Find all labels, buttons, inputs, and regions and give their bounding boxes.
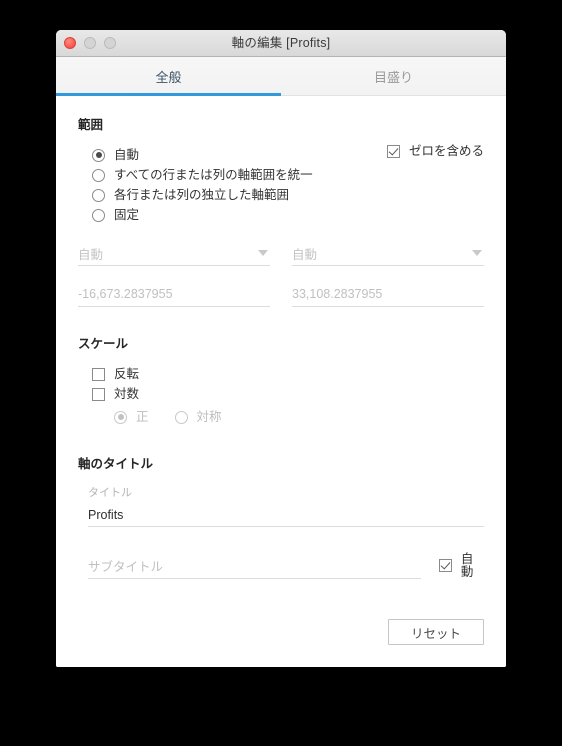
range-end-dropdown-value: 自動 — [292, 247, 318, 262]
include-zero-label: ゼロを含める — [408, 144, 484, 159]
reverse-checkbox[interactable] — [92, 367, 105, 381]
maximize-button[interactable] — [104, 37, 116, 49]
axis-title-section-heading: 軸のタイトル — [78, 457, 154, 471]
axis-title-field-wrapper: タイトル Profits — [88, 484, 484, 527]
edit-axis-dialog: 軸の編集 [Profits] 全般 目盛り 範囲 ゼロを含める 自動 すべての行… — [56, 30, 506, 667]
window-title: 軸の編集 [Profits] — [231, 36, 331, 50]
axis-subtitle-row: サブタイトル 自動 — [88, 553, 484, 579]
axis-subtitle-placeholder: サブタイトル — [88, 559, 164, 574]
range-start-value-field: -16,673.2837955 — [78, 282, 270, 307]
scale-option-reverse[interactable]: 反転 — [92, 364, 484, 384]
range-end-dropdown-field: 自動 — [292, 241, 484, 266]
range-option-auto-label: 自動 — [114, 147, 140, 162]
range-start-dropdown-value: 自動 — [78, 247, 104, 262]
range-end-value-field: 33,108.2837955 — [292, 282, 484, 307]
dialog-content: 範囲 ゼロを含める 自動 すべての行または列の軸範囲を統一 各行または列の独立し… — [56, 96, 506, 667]
range-radio-auto[interactable] — [92, 148, 105, 162]
axis-title-value: Profits — [88, 508, 124, 522]
subtitle-auto-checkbox-row[interactable]: 自動 — [438, 552, 484, 579]
title-bar: 軸の編集 [Profits] — [56, 30, 506, 57]
range-option-independent[interactable]: 各行または列の独立した軸範囲 — [92, 185, 484, 205]
chevron-down-icon[interactable] — [472, 250, 482, 256]
subtitle-auto-label: 自動 — [460, 552, 474, 579]
range-option-uniform[interactable]: すべての行または列の軸範囲を統一 — [92, 165, 484, 185]
range-option-fixed-label: 固定 — [114, 207, 140, 222]
tab-bar: 全般 目盛り — [56, 57, 506, 96]
include-zero-checkbox-row[interactable]: ゼロを含める — [386, 144, 484, 159]
range-dropdown-row: 自動 自動 — [78, 241, 484, 266]
tab-general[interactable]: 全般 — [56, 57, 281, 96]
axis-title-input[interactable]: Profits — [88, 504, 484, 527]
minimize-button[interactable] — [84, 37, 96, 49]
axis-subtitle-input[interactable]: サブタイトル — [88, 554, 421, 579]
log-mode-symmetric-label: 対称 — [196, 409, 222, 424]
log-mode-radio-positive[interactable] — [114, 410, 127, 424]
range-start-value: -16,673.2837955 — [78, 287, 173, 301]
logarithmic-checkbox[interactable] — [92, 387, 105, 401]
range-end-value-input[interactable]: 33,108.2837955 — [292, 282, 484, 307]
include-zero-checkbox[interactable] — [386, 145, 400, 158]
logarithmic-label: 対数 — [114, 386, 140, 401]
log-mode-positive-label: 正 — [136, 409, 149, 424]
chevron-down-icon[interactable] — [258, 250, 268, 256]
range-start-dropdown[interactable]: 自動 — [78, 241, 270, 266]
range-end-value: 33,108.2837955 — [292, 287, 383, 301]
range-start-value-input[interactable]: -16,673.2837955 — [78, 282, 270, 307]
reset-button[interactable]: リセット — [388, 619, 484, 645]
range-option-uniform-label: すべての行または列の軸範囲を統一 — [114, 167, 313, 182]
range-radio-uniform[interactable] — [92, 168, 105, 182]
log-mode-group: 正 対称 — [114, 407, 484, 427]
scale-option-logarithmic[interactable]: 対数 — [92, 384, 484, 404]
tab-ticks[interactable]: 目盛り — [281, 57, 506, 95]
tab-ticks-label: 目盛り — [373, 69, 413, 85]
close-button[interactable] — [64, 37, 76, 49]
scale-section-heading: スケール — [78, 337, 129, 351]
window-controls — [64, 30, 116, 56]
range-option-independent-label: 各行または列の独立した軸範囲 — [114, 187, 290, 202]
range-option-fixed[interactable]: 固定 — [92, 205, 484, 225]
range-section-heading: 範囲 — [78, 118, 104, 132]
tab-general-label: 全般 — [155, 69, 182, 85]
dialog-footer: リセット — [388, 619, 484, 645]
log-mode-radio-symmetric[interactable] — [174, 410, 188, 424]
reverse-label: 反転 — [114, 366, 140, 381]
axis-title-caption: タイトル — [88, 487, 132, 499]
range-options-group: ゼロを含める 自動 すべての行または列の軸範囲を統一 各行または列の独立した軸範… — [78, 145, 484, 225]
range-value-row: -16,673.2837955 33,108.2837955 — [78, 282, 484, 307]
range-end-dropdown[interactable]: 自動 — [292, 241, 484, 266]
range-radio-fixed[interactable] — [92, 208, 105, 222]
range-radio-independent[interactable] — [92, 188, 105, 202]
range-start-dropdown-field: 自動 — [78, 241, 270, 266]
subtitle-auto-checkbox[interactable] — [438, 559, 452, 572]
